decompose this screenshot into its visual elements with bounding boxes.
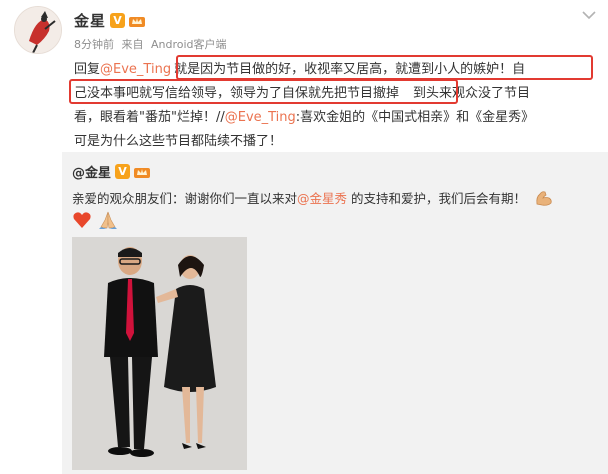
- post-text-line: 看，眼看着"番茄"烂掉！//@Eve_Ting:喜欢金姐的《中国式相亲》和《金星…: [74, 106, 534, 130]
- verified-icon: V: [115, 164, 131, 179]
- avatar[interactable]: [14, 6, 62, 54]
- verified-icon: V: [110, 12, 126, 28]
- flexed-biceps-icon: [536, 191, 552, 206]
- repost-text-fragment: 亲爱的观众朋友们：谢谢你们一直以来对: [72, 191, 298, 206]
- highlight-box: [176, 55, 593, 80]
- chevron-down-icon[interactable]: [582, 10, 596, 20]
- repost-text-fragment: 的支持和爱护，我们后会有期！: [347, 191, 527, 206]
- mention-link[interactable]: @Eve_Ting: [225, 110, 296, 125]
- reply-prefix: 回复: [74, 62, 101, 77]
- weibo-post: 金星 V 8分钟前 来自 Android客户端 回复@Eve_Ting 就是因为节…: [0, 0, 608, 151]
- username[interactable]: 金星: [74, 10, 106, 31]
- post-text-fragment: 可是为什么这些节目都陆续不播了！: [74, 134, 283, 149]
- post-meta: 8分钟前 来自 Android客户端: [74, 36, 227, 52]
- timestamp: 8分钟前: [74, 38, 114, 51]
- author-row: 金星 V: [74, 10, 146, 30]
- post-text-fragment: 看，眼看着"番茄"烂掉！//: [74, 110, 225, 125]
- repost-photo[interactable]: [72, 237, 247, 470]
- post-text-line: 可是为什么这些节目都陆续不播了！: [74, 130, 282, 154]
- repost-text: 亲爱的观众朋友们：谢谢你们一直以来对@金星秀 的支持和爱护，我们后会有期！: [72, 188, 554, 207]
- source-prefix: 来自: [121, 38, 144, 51]
- repost-author-row: @金星 V: [72, 162, 151, 181]
- crown-badge-icon: [134, 168, 151, 178]
- repost-card[interactable]: @金星 V 亲爱的观众朋友们：谢谢你们一直以来对@金星秀 的支持和爱护，我们后会…: [62, 152, 608, 474]
- mention-link[interactable]: @Eve_Ting: [100, 62, 171, 77]
- repost-author[interactable]: @金星: [72, 162, 111, 181]
- mention-link[interactable]: @金星秀: [297, 191, 347, 206]
- emoji-row: [72, 210, 118, 230]
- heart-icon: [73, 212, 91, 228]
- crown-badge-icon: [129, 16, 146, 27]
- post-text-fragment: :喜欢金姐的《中国式相亲》和《金星秀》: [295, 110, 535, 125]
- highlight-box: [69, 79, 458, 104]
- praying-hands-icon: [99, 211, 117, 229]
- source-client: Android客户端: [151, 38, 227, 51]
